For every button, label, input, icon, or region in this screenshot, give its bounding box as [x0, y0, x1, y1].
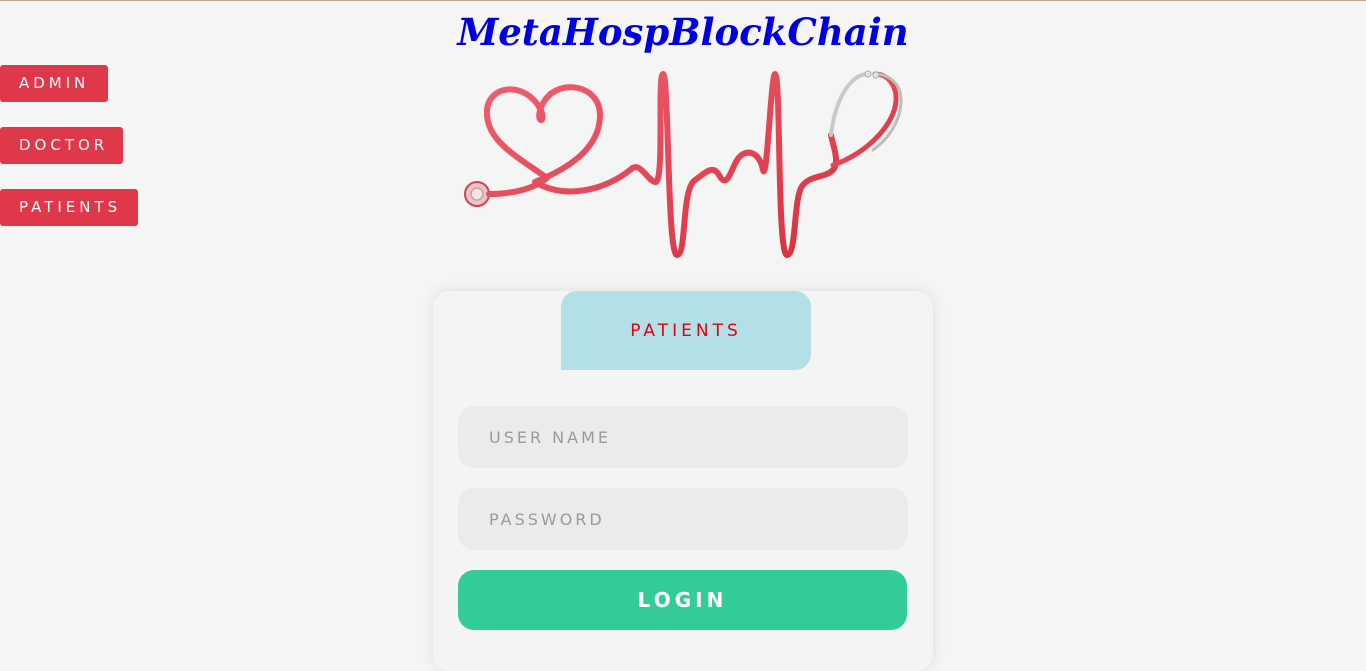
- top-divider: [0, 0, 1366, 1]
- password-input[interactable]: [458, 488, 908, 550]
- login-card: PATIENTS LOGIN: [433, 291, 933, 671]
- admin-button[interactable]: ADMIN: [0, 65, 108, 102]
- tab-patients[interactable]: PATIENTS: [561, 291, 811, 370]
- site-title: MetaHospBlockChain: [457, 10, 909, 54]
- stethoscope-heartbeat-icon: [464, 70, 903, 258]
- username-input[interactable]: [458, 406, 908, 468]
- login-button[interactable]: LOGIN: [458, 570, 907, 630]
- doctor-button[interactable]: DOCTOR: [0, 127, 123, 164]
- patients-button[interactable]: PATIENTS: [0, 189, 138, 226]
